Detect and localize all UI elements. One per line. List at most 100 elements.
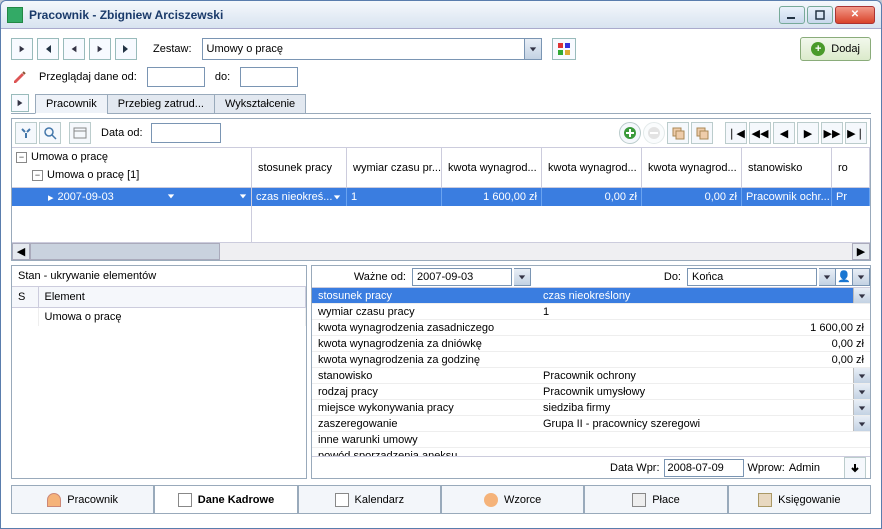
property-row[interactable]: zaszeregowanieGrupa II - pracownicy szer… [312, 416, 870, 432]
data-row[interactable]: czas nieokreś... 1 1 600,00 zł 0,00 zł 0… [252, 188, 870, 206]
close-button[interactable]: ✕ [835, 6, 875, 24]
wazne-od-value[interactable]: 2007-09-03 [412, 268, 512, 286]
grid-copy2-icon[interactable] [691, 122, 713, 144]
chevron-down-icon[interactable] [853, 384, 870, 399]
tree-child[interactable]: −Umowa o pracę [1] [12, 166, 251, 184]
col-header[interactable]: stosunek pracy [252, 148, 347, 187]
date-from-input[interactable] [147, 67, 205, 87]
property-row[interactable]: kwota wynagrodzenia za dniówkę0,00 zł [312, 336, 870, 352]
titlebar: Pracownik - Zbigniew Arciszewski ✕ [1, 1, 881, 29]
property-row[interactable]: stosunek pracyczas nieokreślony [312, 288, 870, 304]
chevron-down-icon[interactable] [853, 368, 870, 383]
do-value[interactable]: Końca [687, 268, 817, 286]
maximize-button[interactable] [807, 6, 833, 24]
zestaw-combo[interactable]: Umowy o pracę [202, 38, 542, 60]
tabstrip-go-button[interactable] [11, 94, 29, 112]
add-button[interactable]: + Dodaj [800, 37, 871, 61]
property-row[interactable]: inne warunki umowy [312, 432, 870, 448]
search-icon[interactable] [39, 122, 61, 144]
chevron-down-icon[interactable] [853, 400, 870, 415]
maintab-place[interactable]: Płace [584, 486, 727, 514]
chevron-down-icon[interactable] [524, 39, 541, 59]
nav-prev-fast-icon[interactable]: ◀◀ [749, 122, 771, 144]
state-panel-title: Stan - ukrywanie elementów [12, 266, 306, 287]
properties-panel: Ważne od: 2007-09-03 Do: Końca 👤 stosune… [311, 265, 871, 479]
config-icon-button[interactable] [552, 38, 576, 60]
grid-add-icon[interactable] [619, 122, 641, 144]
minimize-button[interactable] [779, 6, 805, 24]
form-icon[interactable] [69, 122, 91, 144]
tab-pracownik[interactable]: Pracownik [35, 94, 108, 114]
property-value: 0,00 zł [537, 352, 870, 367]
col-header[interactable]: kwota wynagrod... [542, 148, 642, 187]
data-od-input[interactable] [151, 123, 221, 143]
window-title: Pracownik - Zbigniew Arciszewski [29, 8, 777, 22]
tools-icon[interactable] [15, 122, 37, 144]
col-header[interactable]: kwota wynagrod... [642, 148, 742, 187]
grid: Data od: ❘◀ ◀◀ ◀ ▶ ▶▶ ▶❘ −Umowa o pracę [11, 118, 871, 261]
nav-next-icon[interactable]: ▶ [797, 122, 819, 144]
property-row[interactable]: wymiar czasu pracy1 [312, 304, 870, 320]
col-s[interactable]: S [12, 287, 38, 308]
nav-prev-button[interactable] [63, 38, 85, 60]
book-icon [758, 493, 772, 507]
person-icon[interactable]: 👤 [836, 268, 853, 286]
down-arrow-button[interactable] [844, 457, 866, 479]
property-value [537, 432, 870, 447]
grid-remove-icon[interactable] [643, 122, 665, 144]
tree-leaf[interactable]: ▸2007-09-03 [12, 188, 251, 206]
chevron-down-icon[interactable] [853, 288, 870, 303]
date-to-input[interactable] [240, 67, 298, 87]
nav-play-button[interactable] [11, 38, 33, 60]
scroll-right-icon[interactable]: ▶ [852, 243, 870, 260]
wazne-od-label: Ważne od: [312, 271, 412, 283]
horizontal-scrollbar[interactable]: ◀ ▶ [12, 242, 870, 260]
maintab-ksiegowanie[interactable]: Księgowanie [728, 486, 871, 514]
chevron-down-icon[interactable] [853, 416, 870, 431]
property-row[interactable]: kwota wynagrodzenia zasadniczego1 600,00… [312, 320, 870, 336]
chevron-down-icon[interactable] [853, 268, 870, 286]
col-header[interactable]: ro [832, 148, 870, 187]
tab-wyksztalcenie[interactable]: Wykształcenie [214, 94, 306, 114]
nav-first-icon[interactable]: ❘◀ [725, 122, 747, 144]
grid-copy-icon[interactable] [667, 122, 689, 144]
tree-root[interactable]: −Umowa o pracę [12, 148, 251, 166]
tab-przebieg[interactable]: Przebieg zatrud... [107, 94, 215, 114]
nav-next-button[interactable] [89, 38, 111, 60]
property-row[interactable]: kwota wynagrodzenia za godzinę0,00 zł [312, 352, 870, 368]
property-row[interactable]: miejsce wykonywania pracysiedziba firmy [312, 400, 870, 416]
maintab-pracownik[interactable]: Pracownik [11, 486, 154, 514]
maintab-kalendarz[interactable]: Kalendarz [298, 486, 441, 514]
scroll-thumb[interactable] [30, 243, 220, 260]
nav-prev-icon[interactable]: ◀ [773, 122, 795, 144]
property-row[interactable]: rodzaj pracyPracownik umysłowy [312, 384, 870, 400]
property-value: siedziba firmy [537, 400, 853, 415]
maintab-wzorce[interactable]: Wzorce [441, 486, 584, 514]
nav-first-button[interactable] [37, 38, 59, 60]
document-icon [178, 493, 192, 507]
chevron-down-icon[interactable] [514, 268, 531, 286]
data-wpr-label: Data Wpr: [610, 462, 660, 474]
chevron-down-icon[interactable] [819, 268, 836, 286]
nav-last-icon[interactable]: ▶❘ [845, 122, 867, 144]
state-panel: Stan - ukrywanie elementów S Element Umo… [11, 265, 307, 479]
state-row[interactable]: Umowa o pracę [12, 308, 306, 327]
property-row[interactable]: powód sporządzenia aneksu [312, 448, 870, 456]
wprow-label: Wprow: [748, 462, 785, 474]
data-wpr-input[interactable] [664, 459, 744, 477]
do-label: do: [215, 71, 230, 83]
edit-icon[interactable] [11, 68, 29, 86]
maintab-dane-kadrowe[interactable]: Dane Kadrowe [154, 486, 297, 514]
property-row[interactable]: stanowiskoPracownik ochrony [312, 368, 870, 384]
property-key: kwota wynagrodzenia za godzinę [312, 352, 537, 367]
col-header[interactable]: wymiar czasu pr... [347, 148, 442, 187]
calendar-icon [335, 493, 349, 507]
nav-next-fast-icon[interactable]: ▶▶ [821, 122, 843, 144]
col-header[interactable]: stanowisko [742, 148, 832, 187]
col-header[interactable]: kwota wynagrod... [442, 148, 542, 187]
scroll-left-icon[interactable]: ◀ [12, 243, 30, 260]
col-element[interactable]: Element [38, 287, 306, 308]
data-od-label: Data od: [101, 127, 143, 139]
nav-last-button[interactable] [115, 38, 137, 60]
template-icon [484, 493, 498, 507]
